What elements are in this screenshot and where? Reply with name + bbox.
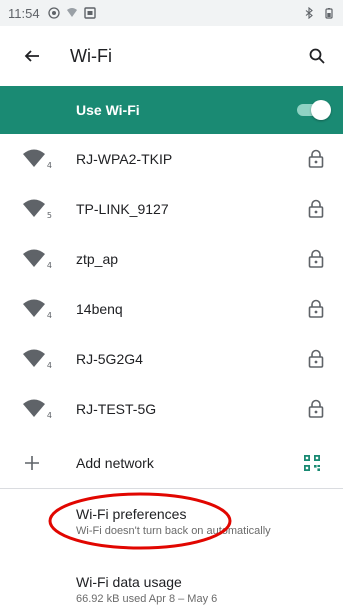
add-network-row[interactable]: Add network [0, 438, 343, 488]
wifi-data-usage-item[interactable]: Wi-Fi data usage 66.92 kB used Apr 8 – M… [0, 574, 343, 605]
network-item[interactable]: 4 RJ-WPA2-TKIP [0, 134, 343, 184]
signal-badge: 5 [46, 211, 52, 220]
wifi-preferences-item[interactable]: Wi-Fi preferences Wi-Fi doesn't turn bac… [0, 506, 343, 537]
arrow-back-icon [24, 50, 39, 62]
lock-icon [308, 199, 324, 218]
status-time: 11:54 [8, 5, 40, 21]
wifi-data-usage-title: Wi-Fi data usage [76, 574, 182, 590]
page-title: Wi-Fi [70, 45, 112, 66]
network-item[interactable]: 5 TP-LINK_9127 [0, 184, 343, 234]
wifi-signal-icon: 4 [22, 148, 52, 170]
circle-at-icon [47, 7, 60, 19]
network-ssid: RJ-WPA2-TKIP [76, 151, 173, 167]
network-ssid: RJ-TEST-5G [76, 401, 157, 417]
back-button[interactable] [10, 34, 54, 78]
network-item[interactable]: 4 ztp_ap [0, 234, 343, 284]
section-divider [0, 488, 343, 489]
signal-badge: 4 [46, 361, 52, 370]
network-ssid: 14benq [76, 301, 123, 317]
network-ssid: ztp_ap [76, 251, 119, 267]
wifi-data-usage-summary: 66.92 kB used Apr 8 – May 6 [76, 593, 218, 605]
use-wifi-toggle-row[interactable]: Use Wi-Fi [0, 86, 343, 134]
search-button[interactable] [299, 38, 335, 74]
status-bar: 11:54 [0, 0, 343, 26]
wifi-signal-icon: 4 [22, 298, 52, 320]
network-item[interactable]: 4 RJ-5G2G4 [0, 334, 343, 384]
network-item[interactable]: 4 14benq [0, 284, 343, 334]
qr-code-scan-icon[interactable] [303, 454, 321, 472]
wifi-switch[interactable] [293, 100, 331, 120]
image-icon [83, 7, 96, 19]
signal-badge: 4 [46, 261, 52, 270]
battery-icon [325, 8, 333, 19]
lock-icon [308, 399, 324, 418]
app-bar: Wi-Fi [0, 26, 343, 86]
wifi-preferences-title: Wi-Fi preferences [76, 506, 187, 522]
add-network-label: Add network [76, 455, 154, 471]
network-ssid: TP-LINK_9127 [76, 201, 169, 217]
lock-icon [308, 349, 324, 368]
network-list: 4 RJ-WPA2-TKIP 5 TP-LINK_9127 4 ztp_ap 4… [0, 134, 343, 434]
signal-badge: 4 [46, 311, 52, 320]
wifi-signal-icon: 4 [22, 398, 52, 420]
use-wifi-label: Use Wi-Fi [76, 102, 140, 118]
switch-thumb [311, 100, 331, 120]
wifi-signal-icon: 4 [22, 348, 52, 370]
lock-icon [308, 149, 324, 168]
wifi-signal-icon: 4 [22, 248, 52, 270]
signal-badge: 4 [46, 161, 52, 170]
network-ssid: RJ-5G2G4 [76, 351, 143, 367]
wifi-preferences-summary: Wi-Fi doesn't turn back on automatically [76, 525, 271, 537]
search-icon [309, 48, 325, 64]
bluetooth-icon [305, 7, 313, 19]
signal-badge: 4 [46, 411, 52, 420]
wifi-signal-icon: 5 [22, 198, 52, 220]
lock-icon [308, 249, 324, 268]
network-item[interactable]: 4 RJ-TEST-5G [0, 384, 343, 434]
lock-icon [308, 299, 324, 318]
signal-icon [66, 8, 77, 17]
plus-icon [25, 456, 39, 470]
